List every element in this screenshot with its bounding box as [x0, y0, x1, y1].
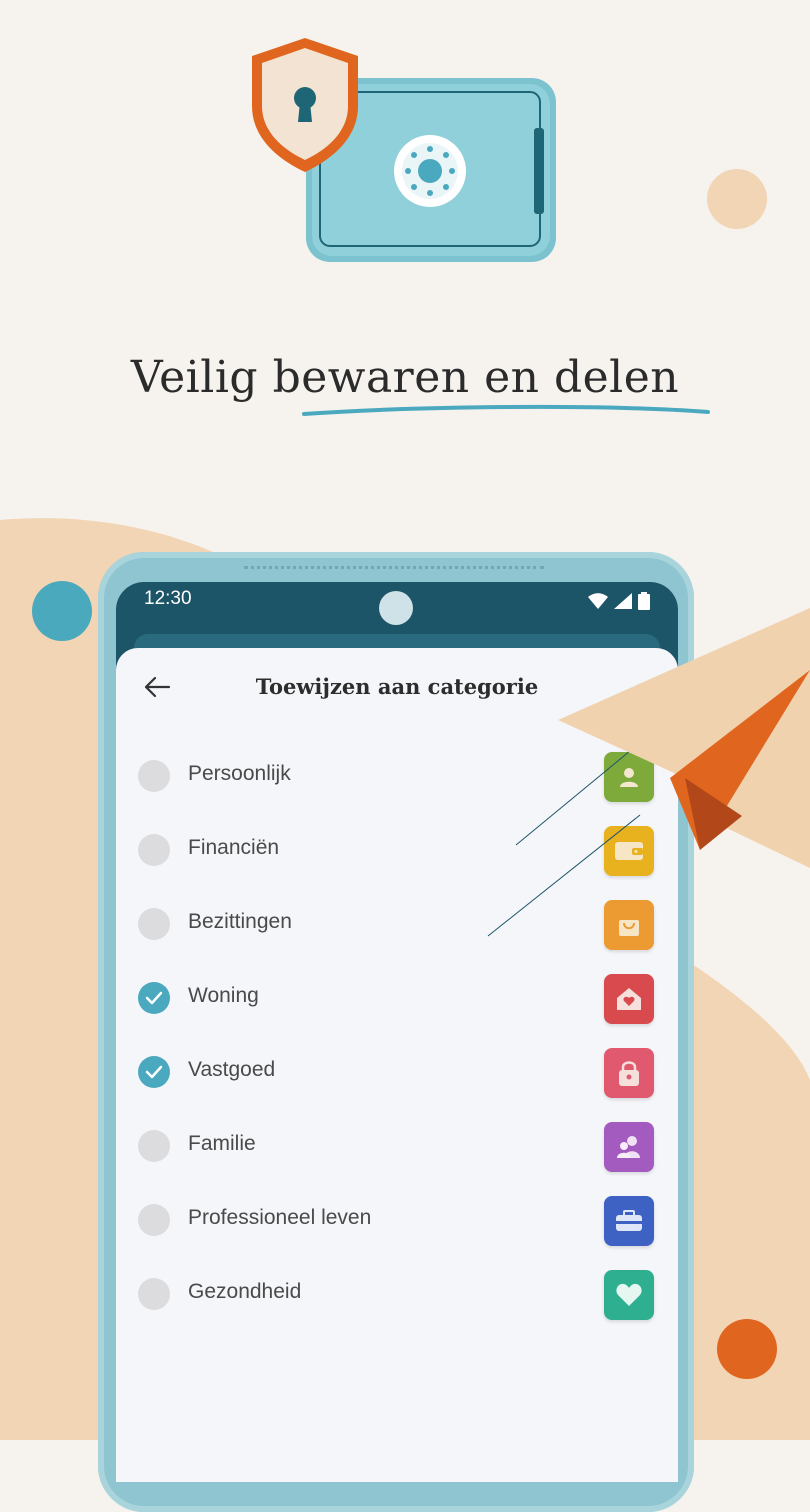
category-label: Financiën: [188, 836, 280, 859]
safe-illustration: [252, 38, 556, 262]
category-label: Professioneel leven: [188, 1206, 372, 1229]
category-label: Familie: [188, 1132, 256, 1155]
category-row-vastgoed[interactable]: Vastgoed: [116, 1040, 678, 1114]
category-row-woning[interactable]: Woning: [116, 966, 678, 1040]
category-label: Woning: [188, 984, 259, 1007]
radio-unchecked[interactable]: [138, 760, 170, 792]
headline: Veilig bewaren en delen: [0, 352, 810, 403]
checkmark-icon: [145, 991, 163, 1005]
radio-unchecked[interactable]: [138, 1204, 170, 1236]
lock-icon: [604, 1048, 654, 1098]
checkmark-icon: [145, 1065, 163, 1079]
teal-circle-decoration: [32, 581, 92, 641]
house-heart-icon: [604, 974, 654, 1024]
orange-circle-decoration: [717, 1319, 777, 1379]
briefcase-icon: [604, 1196, 654, 1246]
headline-part1: Veilig: [130, 352, 259, 403]
headline-part2: bewaren en delen: [272, 352, 680, 403]
family-icon: [604, 1122, 654, 1172]
category-row-professioneel-leven[interactable]: Professioneel leven: [116, 1188, 678, 1262]
status-time: 12:30: [144, 588, 192, 609]
camera-cutout: [379, 591, 413, 625]
category-label: Persoonlijk: [188, 762, 291, 785]
radio-unchecked[interactable]: [138, 1278, 170, 1310]
category-label: Vastgoed: [188, 1058, 276, 1081]
radio-checked[interactable]: [138, 982, 170, 1014]
radio-checked[interactable]: [138, 1056, 170, 1088]
peach-circle-decoration: [707, 169, 767, 229]
heart-icon: [604, 1270, 654, 1320]
paper-plane-decoration: [487, 608, 810, 937]
phone-speaker: [244, 566, 544, 573]
radio-unchecked[interactable]: [138, 908, 170, 940]
radio-unchecked[interactable]: [138, 834, 170, 866]
category-label: Gezondheid: [188, 1280, 302, 1303]
headline-underline: [302, 404, 710, 416]
category-row-familie[interactable]: Familie: [116, 1114, 678, 1188]
radio-unchecked[interactable]: [138, 1130, 170, 1162]
category-row-gezondheid[interactable]: Gezondheid: [116, 1262, 678, 1336]
category-label: Bezittingen: [188, 910, 292, 933]
